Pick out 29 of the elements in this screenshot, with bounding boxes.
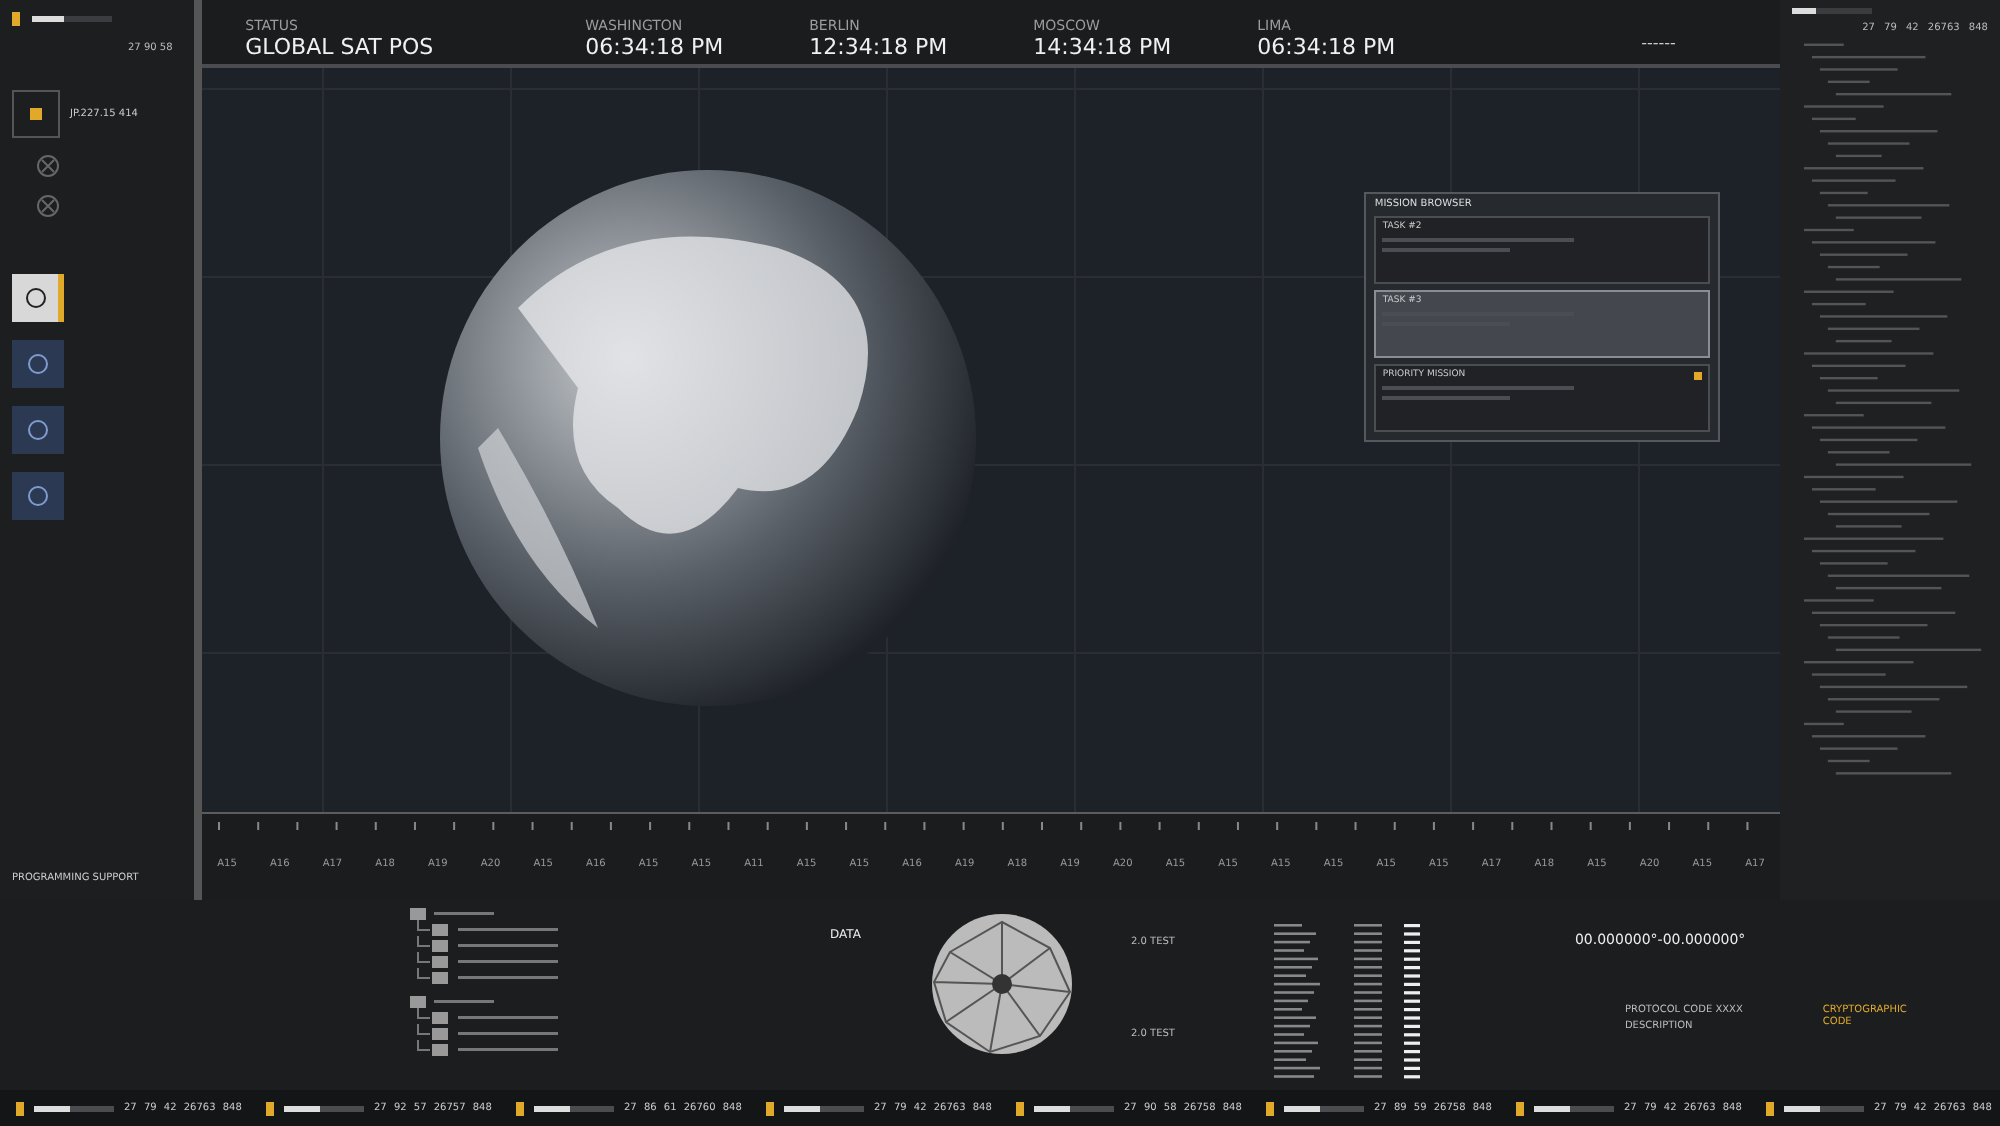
clock-time: 06:34:18 PM <box>1257 34 1398 60</box>
status-marker <box>1016 1101 1024 1115</box>
clock-time: 14:34:18 PM <box>1033 34 1174 60</box>
clock-time: 12:34:18 PM <box>809 34 950 60</box>
progress-bar <box>1784 1105 1864 1111</box>
status-marker <box>516 1101 524 1115</box>
status-marker <box>1766 1101 1774 1115</box>
progress-bar <box>1534 1105 1614 1111</box>
status-marker <box>266 1101 274 1115</box>
clock-time: 06:34:18 PM <box>585 34 726 60</box>
progress-bar <box>1792 8 1873 14</box>
status-marker <box>766 1101 774 1115</box>
progress-bar <box>784 1105 864 1111</box>
progress-bar <box>534 1105 614 1111</box>
status-marker <box>12 12 20 26</box>
crosshair-icon <box>36 194 60 218</box>
progress-bar <box>1284 1105 1364 1111</box>
status-marker <box>1266 1101 1274 1115</box>
progress-bar <box>34 1105 114 1111</box>
target-icon <box>12 90 60 138</box>
progress-bar <box>1034 1105 1114 1111</box>
status-value: GLOBAL SAT POS <box>245 34 436 60</box>
progress-bar <box>32 16 112 22</box>
dashes: ------ <box>1641 34 1676 52</box>
progress-bar <box>284 1105 364 1111</box>
mode-button[interactable] <box>12 274 64 322</box>
status-marker <box>16 1101 24 1115</box>
crosshair-icon <box>36 154 60 178</box>
status-marker <box>1516 1101 1524 1115</box>
